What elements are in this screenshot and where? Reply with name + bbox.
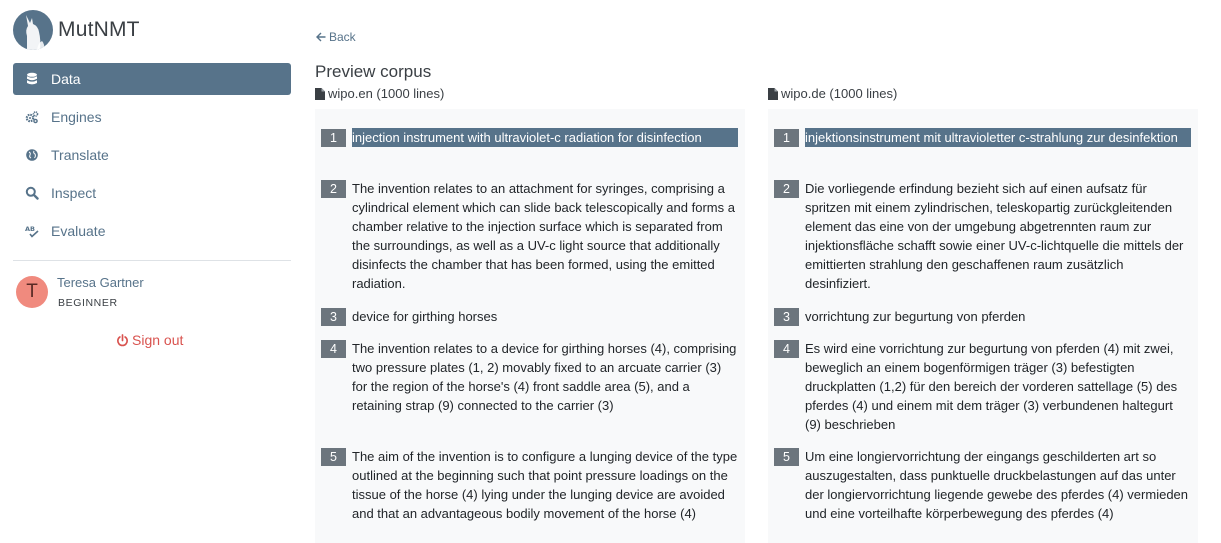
- target-file-name: wipo.de (1000 lines): [781, 86, 898, 101]
- nav-item-inspect[interactable]: Inspect: [13, 177, 291, 209]
- source-segment[interactable]: 1 injection instrument with ultraviolet-…: [321, 128, 739, 147]
- mutnmt-logo-icon: [13, 10, 53, 50]
- segment-number: 2: [774, 180, 799, 198]
- user-profile: T Teresa Gartner BEGINNER: [16, 275, 144, 309]
- nav-item-label: Inspect: [51, 185, 97, 201]
- segment-text: Um eine longiervorrichtung der eingangs …: [805, 449, 1189, 521]
- nav-item-label: Engines: [51, 109, 102, 125]
- gears-icon: [25, 110, 39, 124]
- spellcheck-icon: AB: [25, 224, 39, 238]
- segment-number: 2: [321, 180, 346, 198]
- source-file-name: wipo.en (1000 lines): [328, 86, 445, 101]
- database-icon: [25, 72, 39, 86]
- sidebar-divider: [13, 260, 291, 261]
- target-segment[interactable]: 1 injektionsinstrument mit ultraviolette…: [774, 128, 1192, 147]
- source-segment[interactable]: 3 device for girthing horses: [321, 307, 739, 326]
- avatar: T: [16, 276, 48, 308]
- source-segment[interactable]: 4 The invention relates to a device for …: [321, 339, 739, 415]
- user-info: Teresa Gartner BEGINNER: [57, 275, 144, 309]
- segment-number: 4: [321, 340, 346, 358]
- segment-number: 3: [321, 308, 346, 326]
- segment-text: The invention relates to a device for gi…: [352, 341, 737, 413]
- brand[interactable]: MutNMT: [13, 10, 140, 50]
- nav-item-label: Data: [51, 71, 81, 87]
- sign-out-label: Sign out: [132, 332, 184, 348]
- user-role: BEGINNER: [58, 297, 118, 309]
- target-segment[interactable]: 4 Es wird eine vorrichtung zur begurtung…: [774, 339, 1192, 434]
- source-segment[interactable]: 5 The aim of the invention is to configu…: [321, 447, 739, 523]
- segment-text: vorrichtung zur begurtung von pferden: [805, 309, 1026, 324]
- target-segment[interactable]: 2 Die vorliegende erfindung bezieht sich…: [774, 179, 1192, 293]
- sign-out-button[interactable]: Sign out: [116, 332, 183, 348]
- segment-number: 1: [774, 129, 799, 147]
- target-segments-panel[interactable]: 1 injektionsinstrument mit ultraviolette…: [768, 109, 1198, 543]
- nav-item-translate[interactable]: Translate: [13, 139, 291, 171]
- search-icon: [25, 186, 39, 200]
- nav-item-label: Evaluate: [51, 223, 106, 239]
- back-label: Back: [329, 30, 356, 44]
- page-title: Preview corpus: [315, 62, 432, 81]
- nav-item-evaluate[interactable]: AB Evaluate: [13, 215, 291, 247]
- target-segment[interactable]: 3 vorrichtung zur begurtung von pferden: [774, 307, 1192, 326]
- svg-text:AB: AB: [25, 225, 35, 233]
- segment-number: 5: [774, 448, 799, 466]
- segment-text: device for girthing horses: [352, 309, 498, 324]
- sidebar: MutNMT Data Engines Translate Inspect AB…: [0, 0, 304, 543]
- back-link[interactable]: Back: [316, 30, 356, 44]
- nav-item-label: Translate: [51, 147, 109, 163]
- segment-text: The aim of the invention is to configure…: [352, 449, 738, 521]
- file-icon: [768, 87, 778, 100]
- app-name: MutNMT: [58, 18, 140, 41]
- segment-text: Es wird eine vorrichtung zur begurtung v…: [805, 341, 1178, 432]
- segment-number: 4: [774, 340, 799, 358]
- segment-text: Die vorliegende erfindung bezieht sich a…: [805, 181, 1184, 291]
- source-segments-panel[interactable]: 1 injection instrument with ultraviolet-…: [315, 109, 745, 543]
- globe-icon: [25, 148, 39, 162]
- user-name: Teresa Gartner: [57, 275, 144, 290]
- power-icon: [117, 333, 128, 346]
- source-file-label: wipo.en (1000 lines): [315, 86, 444, 101]
- source-segment[interactable]: 2 The invention relates to an attachment…: [321, 179, 739, 293]
- segment-text: The invention relates to an attachment f…: [352, 181, 735, 291]
- segment-text: injektionsinstrument mit ultravioletter …: [805, 128, 1191, 147]
- nav-item-engines[interactable]: Engines: [13, 101, 291, 133]
- arrow-left-icon: [316, 32, 326, 42]
- main-nav: Data Engines Translate Inspect AB Evalua…: [13, 63, 291, 253]
- segment-number: 3: [774, 308, 799, 326]
- segment-number: 5: [321, 448, 346, 466]
- nav-item-data[interactable]: Data: [13, 63, 291, 95]
- segment-text: injection instrument with ultraviolet-c …: [352, 128, 738, 147]
- segment-number: 1: [321, 129, 346, 147]
- target-file-label: wipo.de (1000 lines): [768, 86, 897, 101]
- file-icon: [315, 87, 325, 100]
- target-segment[interactable]: 5 Um eine longiervorrichtung der eingang…: [774, 447, 1192, 523]
